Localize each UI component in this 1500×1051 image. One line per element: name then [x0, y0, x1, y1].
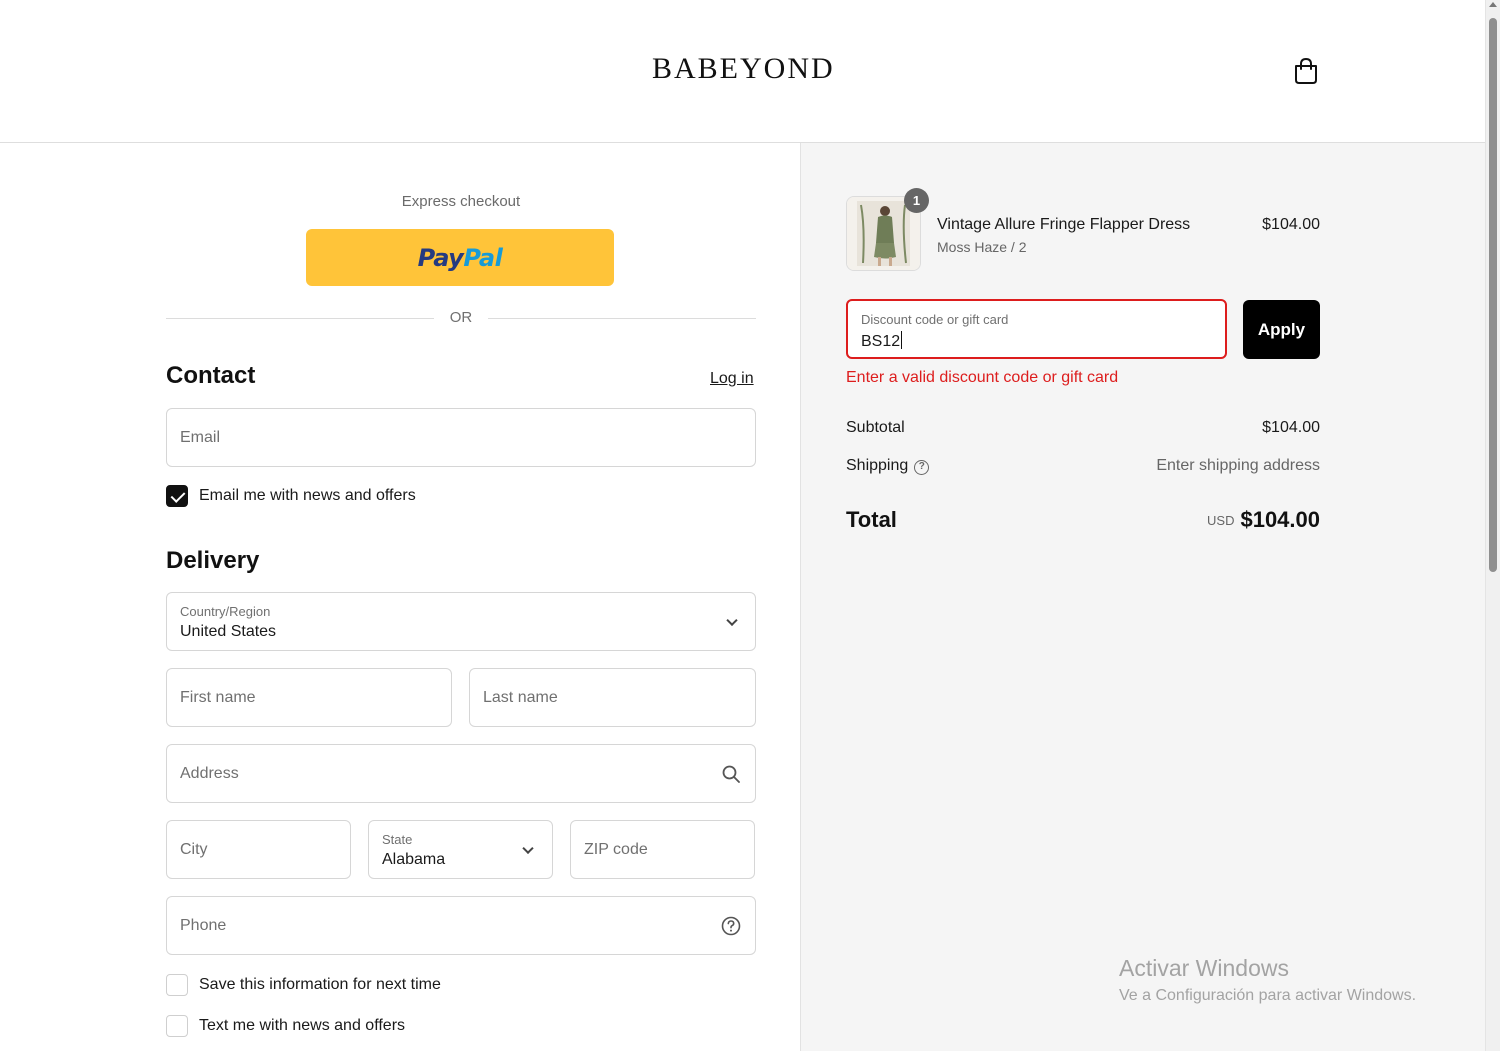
save-info-label: Save this information for next time — [199, 976, 441, 993]
text-me-label: Text me with news and offers — [199, 1017, 406, 1034]
product-variant: Moss Haze / 2 — [937, 239, 1027, 255]
product-name: Vintage Allure Fringe Flapper Dress — [937, 216, 1191, 233]
discount-value: BS12 — [861, 333, 901, 350]
state-select[interactable]: State Alabama — [368, 820, 553, 879]
city-placeholder: City — [180, 840, 208, 858]
site-header: BABEYOND — [0, 0, 1485, 143]
country-select[interactable]: Country/Region United States — [166, 592, 756, 651]
phone-field[interactable]: Phone — [166, 896, 756, 955]
discount-label: Discount code or gift card — [861, 312, 1009, 327]
express-checkout-label: Express checkout — [401, 193, 521, 210]
text-me-checkbox-row[interactable]: Text me with news and offers — [166, 1015, 405, 1037]
or-divider: OR — [166, 309, 756, 329]
first-name-field[interactable]: First name — [166, 668, 452, 727]
scroll-up-arrow-icon[interactable] — [1489, 2, 1497, 7]
watermark-title: Activar Windows — [1119, 955, 1289, 981]
last-name-placeholder: Last name — [483, 688, 558, 706]
email-news-checkbox[interactable] — [166, 485, 188, 507]
email-placeholder: Email — [180, 428, 221, 446]
save-info-checkbox-row[interactable]: Save this information for next time — [166, 974, 441, 996]
address-field[interactable]: Address — [166, 744, 756, 803]
total-amount: $104.00 — [1240, 507, 1320, 532]
chevron-down-icon — [522, 842, 534, 854]
brand-logo[interactable]: BABEYOND — [652, 52, 835, 86]
last-name-field[interactable]: Last name — [469, 668, 756, 727]
email-field[interactable]: Email — [166, 408, 756, 467]
email-news-checkbox-row[interactable]: Email me with news and offers — [166, 485, 416, 507]
state-value: Alabama — [382, 851, 446, 868]
save-info-checkbox[interactable] — [166, 974, 188, 996]
country-value: United States — [180, 623, 277, 640]
first-name-placeholder: First name — [180, 688, 256, 706]
order-summary: 1 Vintage Allure Fringe Flapper Dress Mo… — [801, 143, 1485, 1051]
address-placeholder: Address — [180, 764, 239, 782]
delivery-heading: Delivery — [166, 547, 260, 574]
shipping-label-row: Shipping? — [846, 457, 930, 475]
quantity-badge: 1 — [904, 188, 929, 213]
subtotal-label: Subtotal — [846, 419, 905, 436]
help-circle-icon[interactable] — [721, 916, 741, 936]
paypal-button[interactable]: PayPal — [306, 229, 614, 286]
windows-activation-watermark: Activar Windows Ve a Configuración para … — [1119, 955, 1416, 1005]
paypal-logo: PayPal — [417, 243, 503, 272]
shipping-value: Enter shipping address — [1156, 457, 1320, 474]
total-value-row: USD $104.00 — [1207, 507, 1320, 533]
login-link[interactable]: Log in — [710, 370, 754, 388]
discount-value-wrap: BS12 — [861, 331, 903, 351]
zip-field[interactable]: ZIP code — [570, 820, 755, 879]
product-price: $104.00 — [1262, 216, 1320, 233]
scroll-thumb[interactable] — [1489, 18, 1497, 572]
total-label: Total — [846, 507, 897, 532]
text-caret — [901, 331, 903, 349]
watermark-subtitle: Ve a Configuración para activar Windows. — [1119, 987, 1417, 1004]
contact-heading: Contact — [166, 362, 256, 389]
city-field[interactable]: City — [166, 820, 351, 879]
search-icon[interactable] — [722, 765, 740, 783]
total-currency: USD — [1207, 513, 1235, 528]
chevron-down-icon — [726, 614, 738, 626]
email-news-label: Email me with news and offers — [199, 487, 416, 504]
zip-placeholder: ZIP code — [584, 840, 648, 858]
country-label: Country/Region — [180, 604, 271, 619]
discount-error-message: Enter a valid discount code or gift card — [846, 369, 1119, 386]
shopping-bag-icon[interactable] — [1293, 57, 1319, 85]
help-circle-icon[interactable]: ? — [914, 460, 930, 475]
text-me-checkbox[interactable] — [166, 1015, 188, 1037]
phone-placeholder: Phone — [180, 916, 227, 934]
subtotal-value: $104.00 — [1262, 419, 1320, 436]
discount-code-input[interactable]: Discount code or gift card BS12 — [846, 299, 1227, 359]
shipping-label: Shipping — [846, 457, 909, 474]
apply-button[interactable]: Apply — [1243, 300, 1320, 359]
checkout-form: Express checkout PayPal OR Contact Log i… — [0, 143, 801, 1051]
state-label: State — [382, 832, 413, 847]
page-scrollbar[interactable] — [1485, 0, 1500, 1051]
